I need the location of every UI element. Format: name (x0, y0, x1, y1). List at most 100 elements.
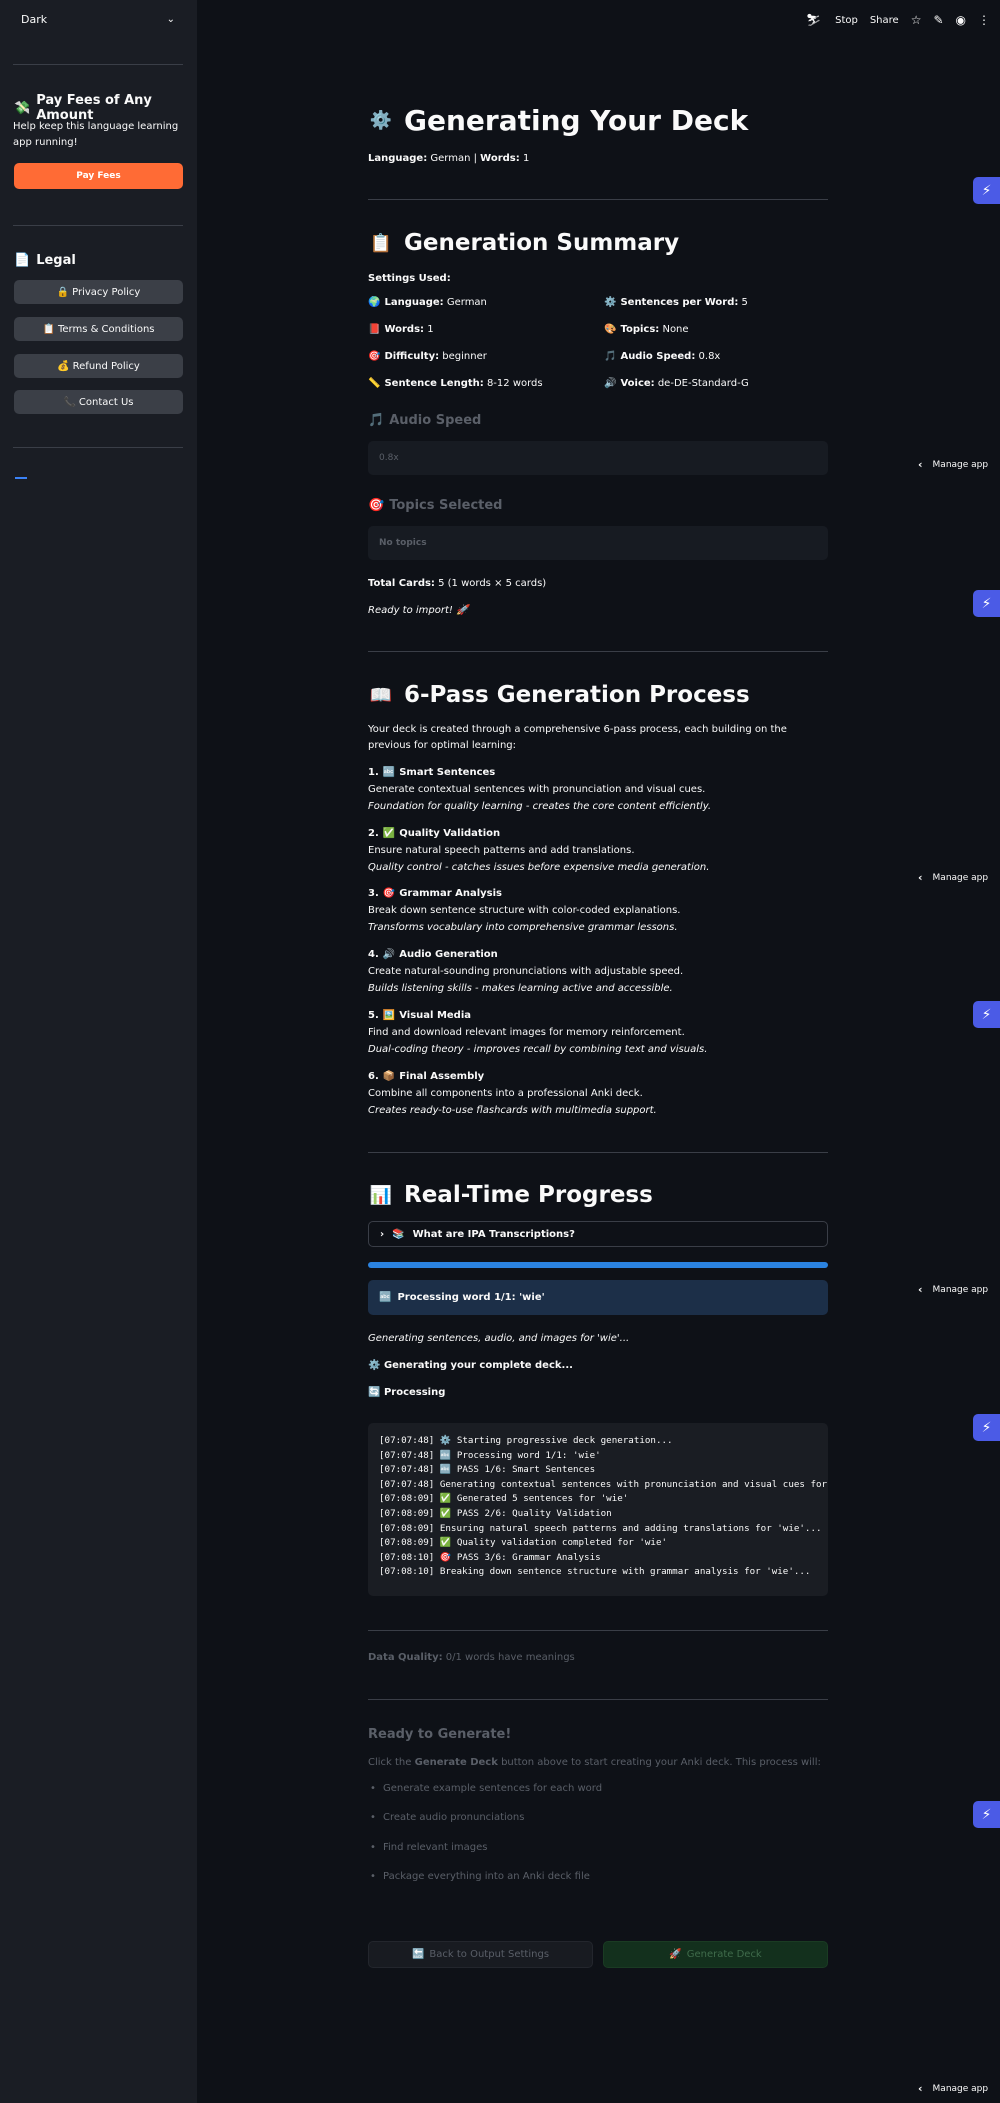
pay-fees-button[interactable]: Pay Fees (14, 163, 183, 189)
terms-conditions-button[interactable]: 📋 Terms & Conditions (14, 317, 183, 341)
setting-sentences-per-word: ⚙️ Sentences per Word: 5 (604, 297, 748, 308)
manage-app-button[interactable]: ‹ Manage app (918, 2082, 988, 2095)
step-5-desc: Find and download relevant images for me… (368, 1027, 685, 1038)
setting-difficulty: 🎯 Difficulty: beginner (368, 351, 487, 362)
step-1-title: 1. 🔤 Smart Sentences (368, 767, 496, 778)
manage-app-button[interactable]: ‹ Manage app (918, 458, 988, 471)
chevron-down-icon: ⌄ (166, 13, 175, 25)
audio-speed-box: 0.8x (368, 441, 828, 475)
section-divider (368, 651, 828, 652)
sidebar: Dark ⌄ 💸 Pay Fees of Any Amount Help kee… (0, 0, 197, 2103)
ipa-expander[interactable]: › 📚 What are IPA Transcriptions? (368, 1221, 828, 1247)
processing-status: 🔄 Processing (368, 1387, 446, 1398)
step-1-desc: Generate contextual sentences with pronu… (368, 784, 706, 795)
manage-app-button[interactable]: ‹ Manage app (918, 871, 988, 884)
setting-topics: 🎨 Topics: None (604, 324, 689, 335)
ready-to-import: Ready to import! 🚀 (368, 605, 469, 616)
log-line: [07:07:48] ⚙️ Starting progressive deck … (379, 1435, 673, 1446)
step-4-note: Builds listening skills - makes learning… (368, 983, 673, 994)
step-4-title: 4. 🔊 Audio Generation (368, 949, 498, 960)
log-line: [07:07:48] 🔤 PASS 1/6: Smart Sentences (379, 1464, 596, 1476)
log-line: [07:08:09] ✅ Generated 5 sentences for '… (379, 1493, 629, 1505)
section-divider (368, 1699, 828, 1700)
step-2-title: 2. ✅ Quality Validation (368, 828, 501, 839)
chevron-left-icon: ‹ (918, 2082, 923, 2095)
total-cards: Total Cards: 5 (1 words × 5 cards) (368, 578, 547, 589)
generating-note: Generating sentences, audio, and images … (368, 1333, 630, 1344)
step-2-note: Quality control - catches issues before … (368, 862, 710, 873)
progress-heading: 📊 Real-Time Progress (369, 1182, 653, 1208)
target-icon: 🎯 (368, 351, 381, 362)
chevron-left-icon: ‹ (918, 458, 923, 471)
contact-us-button[interactable]: 📞 Contact Us (14, 390, 183, 414)
lightning-icon[interactable]: ⚡ (973, 1001, 1000, 1028)
refresh-icon: 🔄 (368, 1387, 381, 1398)
target-icon: 🎯 (382, 888, 396, 899)
log-line: [07:08:09] Ensuring natural speech patte… (379, 1522, 822, 1534)
share-button[interactable]: Share (870, 15, 899, 26)
abc-icon: 🔤 (382, 767, 396, 778)
log-line: [07:08:10] 🎯 PASS 3/6: Grammar Analysis (379, 1551, 601, 1563)
setting-language: 🌍 Language: German (368, 297, 487, 308)
lightning-icon[interactable]: ⚡ (973, 177, 1000, 204)
step-6-desc: Combine all components into a profession… (368, 1088, 643, 1099)
gear-icon: ⚙️ (604, 297, 617, 308)
rocket-icon: 🚀 (669, 1949, 682, 1960)
book-icon: 📕 (368, 324, 381, 335)
speaker-icon: 🔊 (604, 378, 617, 389)
check-icon: ✅ (382, 828, 396, 839)
stop-button[interactable]: ⛷ Stop (806, 13, 858, 27)
document-icon: 📄 (14, 253, 31, 268)
theme-select-value: Dark (21, 12, 48, 26)
more-vertical-icon[interactable]: ⋮ (978, 13, 990, 27)
topics-box: No topics (368, 526, 828, 560)
section-divider (368, 199, 828, 200)
ready-list-item: Find relevant images (370, 1842, 488, 1853)
speaker-icon: 🔊 (382, 949, 396, 960)
picture-icon: 🖼️ (382, 1010, 396, 1021)
pencil-icon[interactable]: ✎ (933, 13, 943, 27)
log-line: [07:08:09] ✅ PASS 2/6: Quality Validatio… (379, 1507, 612, 1519)
music-note-icon: 🎵 (604, 351, 617, 362)
ready-list-item: Package everything into an Anki deck fil… (370, 1871, 590, 1882)
step-3-note: Transforms vocabulary into comprehensive… (368, 922, 678, 933)
setting-audio-speed: 🎵 Audio Speed: 0.8x (604, 351, 721, 362)
star-icon[interactable]: ☆ (911, 13, 922, 27)
log-line: [07:08:10] Breaking down sentence struct… (379, 1566, 811, 1578)
money-with-wings-icon: 💸 (14, 100, 31, 116)
generate-deck-button[interactable]: 🚀 Generate Deck (603, 1941, 828, 1968)
music-note-icon: 🎵 (368, 413, 385, 428)
lightning-icon[interactable]: ⚡ (973, 1801, 1000, 1828)
sidebar-loader (15, 477, 27, 479)
setting-sentence-length: 📏 Sentence Length: 8-12 words (368, 378, 543, 389)
setting-voice: 🔊 Voice: de-DE-Standard-G (604, 378, 749, 389)
theme-select[interactable]: Dark ⌄ (13, 8, 183, 30)
ready-list-item: Generate example sentences for each word (370, 1783, 602, 1794)
money-bag-icon: 💰 (57, 360, 70, 372)
process-heading: 📖 6-Pass Generation Process (369, 682, 750, 708)
processing-info: 🔤 Processing word 1/1: 'wie' (368, 1280, 828, 1315)
running-icon: ⛷ (805, 13, 822, 27)
clipboard-icon: 📋 (369, 232, 393, 254)
ready-heading: Ready to Generate! (368, 1727, 512, 1742)
manage-app-button[interactable]: ‹ Manage app (918, 1283, 988, 1296)
sidebar-divider (13, 447, 183, 448)
process-intro: Your deck is created through a comprehen… (368, 724, 787, 751)
log-line: [07:07:48] 🔤 Processing word 1/1: 'wie' (379, 1449, 601, 1461)
summary-heading: 📋 Generation Summary (369, 230, 680, 256)
refund-policy-button[interactable]: 💰 Refund Policy (14, 354, 183, 378)
setting-words: 📕 Words: 1 (368, 324, 434, 335)
lightning-icon[interactable]: ⚡ (973, 1414, 1000, 1441)
legal-heading: 📄 Legal (14, 253, 76, 268)
chevron-left-icon: ‹ (918, 871, 923, 884)
lock-icon: 🔒 (56, 286, 70, 298)
open-book-icon: 📖 (369, 684, 393, 706)
abc-icon: 🔤 (379, 1292, 392, 1303)
github-icon[interactable]: ◉ (956, 13, 966, 27)
lightning-icon[interactable]: ⚡ (973, 590, 1000, 617)
section-divider (368, 1152, 828, 1153)
globe-icon: 🌍 (368, 297, 381, 308)
back-to-output-settings-button[interactable]: 🔙 Back to Output Settings (368, 1941, 593, 1968)
target-icon: 🎯 (368, 498, 385, 513)
privacy-policy-button[interactable]: 🔒 Privacy Policy (14, 280, 183, 304)
